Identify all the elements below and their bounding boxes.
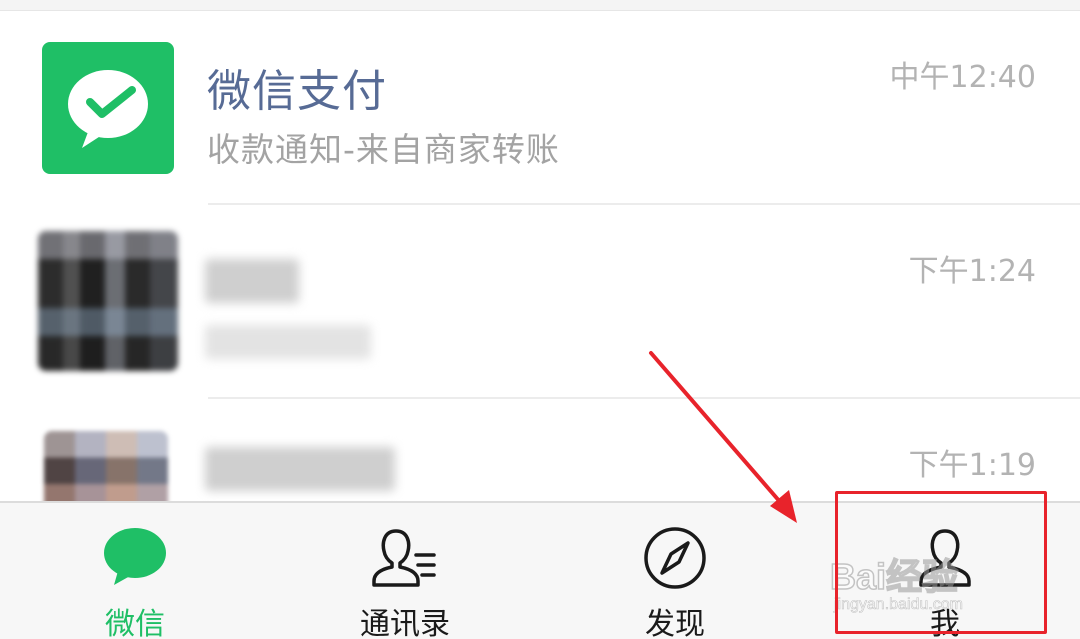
chat-bubble-icon [104,528,166,585]
chat-name: 微信支付 [207,66,387,117]
chat-preview: 收款通知-来自商家转账 [207,130,560,169]
contacts-icon [372,529,436,587]
blurred-group-name [205,447,395,491]
chat-list: 微信支付 收款通知-来自商家转账 中午12:40 下午1:24 下午1:19 [0,11,1080,511]
wechat-chats-screen: 微信支付 收款通知-来自商家转账 中午12:40 下午1:24 下午1:19 微… [0,0,1080,639]
tab-discover[interactable]: 发现 [540,503,810,639]
chat-time: 下午1:19 [908,448,1036,483]
chat-row-wechat-pay[interactable]: 微信支付 收款通知-来自商家转账 中午12:40 [0,11,1080,205]
tab-chats[interactable]: 微信 [0,503,270,639]
wechat-pay-avatar [42,42,174,174]
group-avatar-blurred [44,431,168,511]
top-divider [0,0,1080,11]
chat-time: 中午12:40 [889,60,1036,95]
tab-label: 通讯录 [360,607,450,639]
wechat-pay-logo-icon [68,70,148,148]
chat-time: 下午1:24 [908,254,1036,289]
chat-row-blurred-2[interactable]: 下午1:19 [0,399,1080,511]
tab-label: 发现 [645,607,705,639]
chat-row-blurred-1[interactable]: 下午1:24 [0,205,1080,399]
tab-label: 微信 [105,607,165,639]
annotation-highlight-box [835,491,1047,634]
contact-avatar-blurred [38,231,178,371]
blurred-message-preview [205,325,371,359]
compass-icon [644,527,706,589]
tab-contacts[interactable]: 通讯录 [270,503,540,639]
blurred-contact-name [205,259,299,303]
